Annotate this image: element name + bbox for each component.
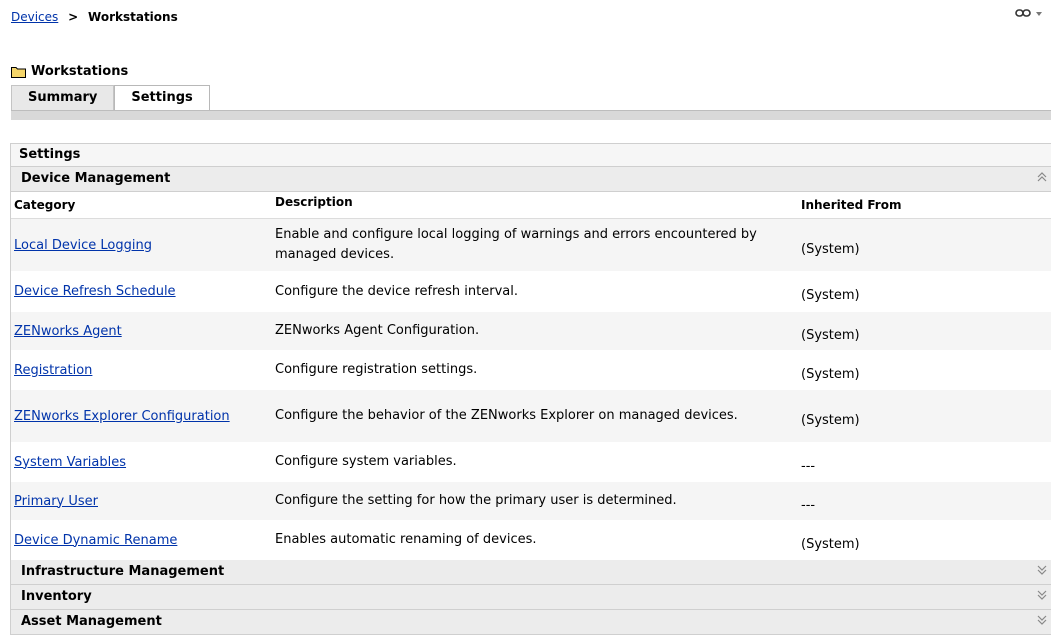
section-device-management[interactable]: Device Management	[11, 167, 1051, 192]
folder-icon	[11, 66, 26, 78]
section-label: Asset Management	[21, 614, 162, 629]
row-description: Configure registration settings.	[275, 362, 478, 377]
row-description: ZENworks Agent Configuration.	[275, 323, 480, 338]
panel-title: Settings	[11, 144, 1051, 167]
collapse-chevron-icon[interactable]	[1036, 167, 1048, 191]
page-title: Workstations	[11, 64, 128, 79]
row-inherited-from: (System)	[801, 412, 860, 428]
breadcrumb-current: Workstations	[88, 10, 178, 24]
row-description: Enable and configure local logging of wa…	[275, 227, 757, 262]
dropdown-arrow-icon[interactable]	[1035, 8, 1043, 21]
row-description: Configure the device refresh interval.	[275, 283, 518, 299]
column-header-description[interactable]: Description	[275, 192, 801, 218]
breadcrumb: Devices > Workstations	[11, 10, 178, 24]
settings-table-body: Local Device Logging Enable and configur…	[11, 219, 1051, 560]
row-description: Configure system variables.	[275, 454, 457, 469]
category-link[interactable]: ZENworks Agent	[14, 324, 122, 339]
row-description: Configure the behavior of the ZENworks E…	[275, 408, 738, 423]
table-row: Device Refresh Schedule Configure the de…	[11, 272, 1051, 312]
tab-bar-divider	[11, 110, 1051, 120]
section-label: Infrastructure Management	[21, 564, 225, 579]
table-row: System Variables Configure system variab…	[11, 443, 1051, 482]
settings-panel: Settings Device Management Category Desc…	[10, 143, 1051, 635]
category-link[interactable]: System Variables	[14, 455, 126, 470]
table-header: Category Description Inherited From	[11, 192, 1051, 219]
row-inherited-from: (System)	[801, 327, 860, 343]
table-row: ZENworks Agent ZENworks Agent Configurat…	[11, 312, 1051, 351]
category-link[interactable]: Registration	[14, 363, 92, 378]
category-link[interactable]: Device Dynamic Rename	[14, 533, 177, 548]
table-row: Local Device Logging Enable and configur…	[11, 219, 1051, 272]
link-icon[interactable]	[1015, 8, 1031, 21]
row-inherited-from: ---	[801, 497, 816, 513]
table-row: ZENworks Explorer Configuration Configur…	[11, 390, 1051, 443]
column-header-category[interactable]: Category	[11, 192, 275, 218]
table-row: Device Dynamic Rename Enables automatic …	[11, 521, 1051, 560]
section-inventory[interactable]: Inventory	[11, 585, 1051, 610]
row-inherited-from: (System)	[801, 366, 860, 382]
section-infrastructure-management[interactable]: Infrastructure Management	[11, 560, 1051, 585]
category-link[interactable]: Primary User	[14, 494, 98, 509]
section-label: Inventory	[21, 589, 92, 604]
top-right-toolbar	[1015, 8, 1043, 21]
row-inherited-from: ---	[801, 458, 816, 474]
table-row: Primary User Configure the setting for h…	[11, 482, 1051, 521]
expand-chevron-icon[interactable]	[1036, 560, 1048, 584]
expand-chevron-icon[interactable]	[1036, 610, 1048, 634]
column-header-inherited-from[interactable]: Inherited From	[801, 192, 1051, 218]
tab-strip: Summary Settings	[11, 85, 210, 110]
row-inherited-from: (System)	[801, 288, 860, 303]
breadcrumb-link-devices[interactable]: Devices	[11, 10, 58, 24]
section-label: Device Management	[21, 171, 171, 186]
category-link[interactable]: Device Refresh Schedule	[14, 284, 176, 299]
row-description: Enables automatic renaming of devices.	[275, 532, 537, 547]
table-row: Registration Configure registration sett…	[11, 351, 1051, 390]
row-description: Configure the setting for how the primar…	[275, 493, 677, 508]
tab-settings[interactable]: Settings	[114, 85, 210, 110]
row-inherited-from: (System)	[801, 536, 860, 552]
category-link[interactable]: ZENworks Explorer Configuration	[14, 409, 230, 424]
page-title-text: Workstations	[31, 64, 129, 79]
category-link[interactable]: Local Device Logging	[14, 238, 152, 253]
expand-chevron-icon[interactable]	[1036, 585, 1048, 609]
breadcrumb-separator: >	[68, 10, 79, 24]
tab-summary[interactable]: Summary	[11, 85, 115, 110]
section-asset-management[interactable]: Asset Management	[11, 610, 1051, 635]
row-inherited-from: (System)	[801, 241, 860, 257]
